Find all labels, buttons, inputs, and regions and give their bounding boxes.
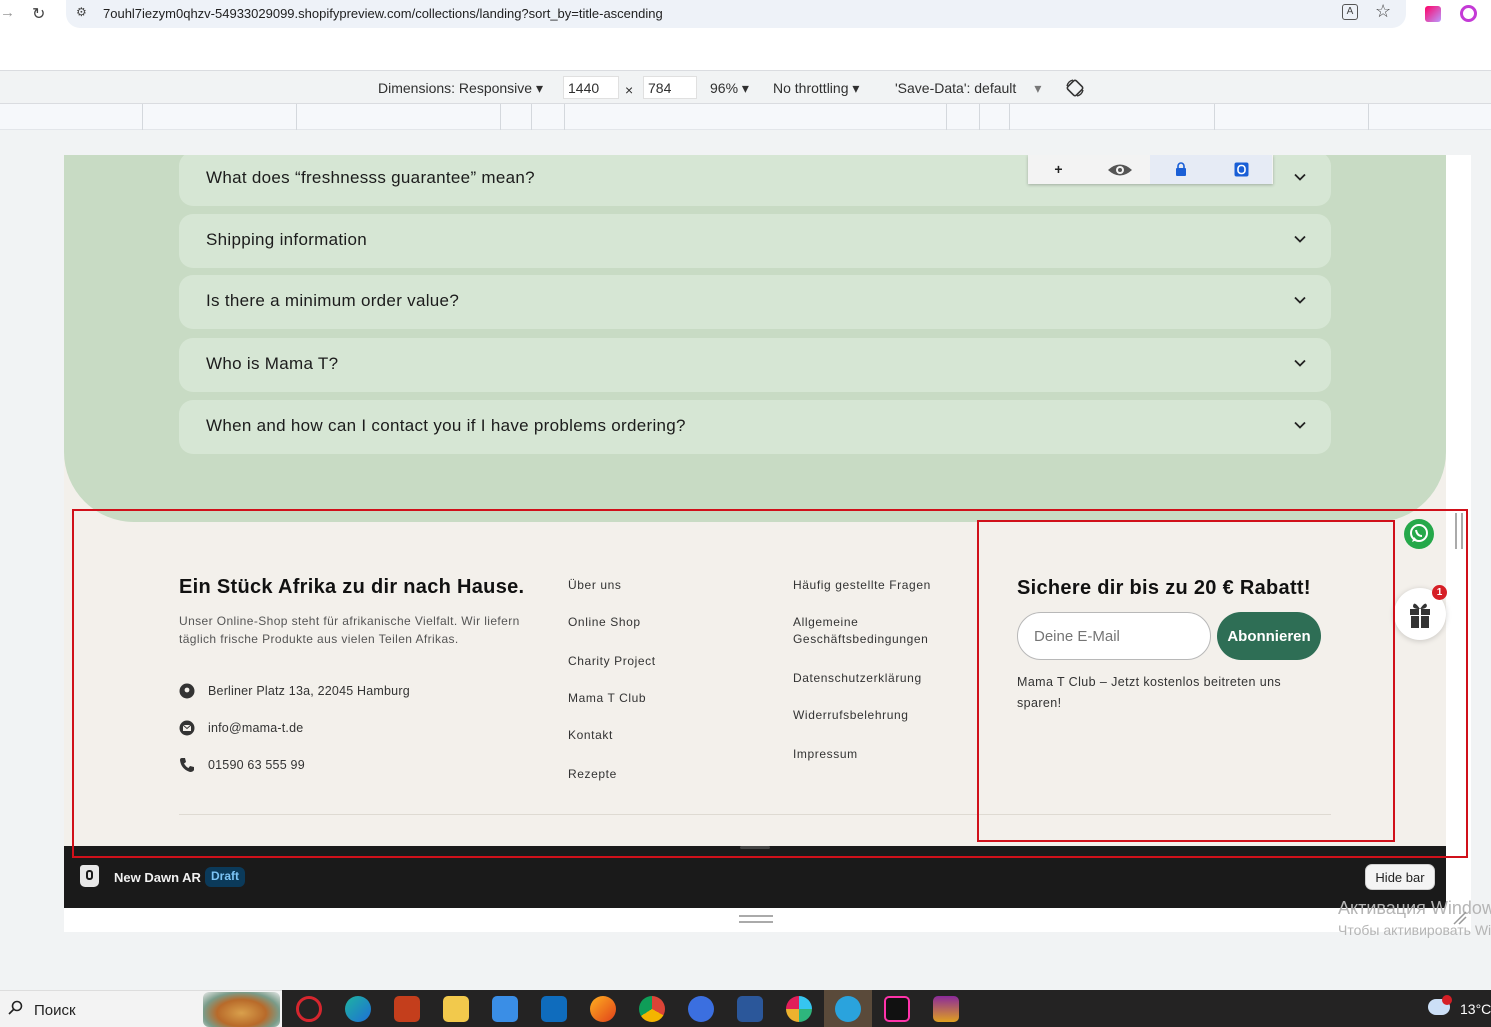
- chevron-down-icon: [1294, 296, 1306, 304]
- theme-name: New Dawn AR: [114, 870, 201, 885]
- word-icon[interactable]: [737, 996, 763, 1022]
- intellij-icon[interactable]: [884, 996, 910, 1022]
- throttling-label: No throttling: [773, 80, 849, 96]
- add-button[interactable]: +: [1028, 155, 1089, 184]
- viewport-bottom: [64, 908, 1446, 932]
- weather-alert-badge: [1442, 995, 1452, 1005]
- firefox-icon[interactable]: [590, 996, 616, 1022]
- dimensions-label: Dimensions: Responsive: [378, 80, 533, 96]
- edge-icon[interactable]: [345, 996, 371, 1022]
- back-arrow-icon[interactable]: →: [0, 4, 12, 21]
- eye-icon[interactable]: [1089, 155, 1150, 184]
- chevron-down-icon: [1294, 421, 1306, 429]
- hide-bar-button[interactable]: Hide bar: [1365, 864, 1435, 890]
- chevron-down-icon: [1294, 359, 1306, 367]
- dimensions-dropdown[interactable]: Dimensions: Responsive ▾: [378, 80, 543, 97]
- activation-watermark: Активация Windows: [1338, 898, 1491, 918]
- slack-icon[interactable]: [786, 996, 812, 1022]
- faq-item[interactable]: Is there a minimum order value?: [179, 275, 1331, 329]
- faq-question: What does “freshnesss guarantee” mean?: [206, 168, 535, 187]
- address-bar[interactable]: ⚙ 7ouhl7iezym0qhzv-54933029099.shopifypr…: [66, 0, 1406, 28]
- faq-question: Shipping information: [206, 230, 367, 249]
- bookmark-star-icon[interactable]: ☆: [1375, 1, 1391, 22]
- url-text[interactable]: 7ouhl7iezym0qhzv-54933029099.shopifyprev…: [103, 6, 663, 21]
- faq-item[interactable]: When and how can I contact you if I have…: [179, 400, 1331, 454]
- faq-question: When and how can I contact you if I have…: [206, 416, 686, 435]
- zoom-label: 96%: [710, 80, 739, 96]
- powerpoint-icon[interactable]: [394, 996, 420, 1022]
- windows-taskbar: Поиск 13°C: [0, 990, 1491, 1027]
- reload-icon[interactable]: ↻: [32, 4, 45, 24]
- chevron-down-icon: [1294, 173, 1306, 181]
- height-input[interactable]: 784: [643, 76, 697, 99]
- temperature: 13°C: [1460, 1001, 1491, 1017]
- lock-icon[interactable]: [1150, 155, 1211, 184]
- extension-icon[interactable]: [1425, 6, 1441, 22]
- save-data-dropdown[interactable]: 'Save-Data': default ▾: [895, 80, 1041, 97]
- browser-address-row: → ↻ ⚙ 7ouhl7iezym0qhzv-54933029099.shopi…: [0, 0, 1491, 30]
- search-icon: [8, 1000, 23, 1015]
- outlook-icon[interactable]: [1211, 155, 1272, 184]
- corner-resize-icon[interactable]: [1452, 910, 1468, 926]
- search-highlight-image: [203, 992, 280, 1027]
- search-label: Поиск: [34, 1002, 76, 1019]
- telegram-icon[interactable]: [835, 996, 861, 1022]
- draft-badge: Draft: [205, 867, 246, 887]
- chrome-icon[interactable]: [639, 996, 665, 1022]
- activation-watermark-sub: Чтобы активировать Windows: [1338, 922, 1491, 938]
- network-app-icon[interactable]: [688, 996, 714, 1022]
- device-toolbar: Dimensions: Responsive ▾ 1440 × 784 96% …: [0, 70, 1491, 104]
- file-explorer-icon[interactable]: [443, 996, 469, 1022]
- media-query-ruler: [0, 104, 1491, 130]
- zoom-dropdown[interactable]: 96% ▾: [710, 80, 749, 97]
- rotate-icon[interactable]: [1064, 77, 1086, 99]
- annotation-box: [977, 520, 1395, 842]
- profile-icon[interactable]: [1460, 5, 1477, 22]
- floating-tool-bar: +: [1028, 155, 1273, 184]
- throttling-dropdown[interactable]: No throttling ▾: [773, 80, 859, 97]
- save-data-label: 'Save-Data': default: [895, 80, 1017, 96]
- taskbar-search[interactable]: Поиск: [0, 990, 282, 1027]
- faq-question: Is there a minimum order value?: [206, 291, 460, 310]
- opera-icon[interactable]: [296, 996, 322, 1022]
- outlook-icon[interactable]: [541, 996, 567, 1022]
- store-icon[interactable]: [492, 996, 518, 1022]
- faq-question: Who is Mama T?: [206, 354, 339, 373]
- times-sign: ×: [625, 82, 634, 98]
- width-input[interactable]: 1440: [563, 76, 619, 99]
- chevron-down-icon: [1294, 235, 1306, 243]
- resize-handle[interactable]: [739, 915, 773, 923]
- faq-section: What does “freshnesss guarantee” mean? S…: [64, 155, 1446, 522]
- translate-icon[interactable]: A: [1342, 4, 1358, 20]
- shopify-bag-icon: [80, 865, 99, 887]
- faq-item[interactable]: Shipping information: [179, 214, 1331, 268]
- faq-item[interactable]: Who is Mama T?: [179, 338, 1331, 392]
- winrar-icon[interactable]: [933, 996, 959, 1022]
- site-settings-icon[interactable]: ⚙: [76, 5, 87, 19]
